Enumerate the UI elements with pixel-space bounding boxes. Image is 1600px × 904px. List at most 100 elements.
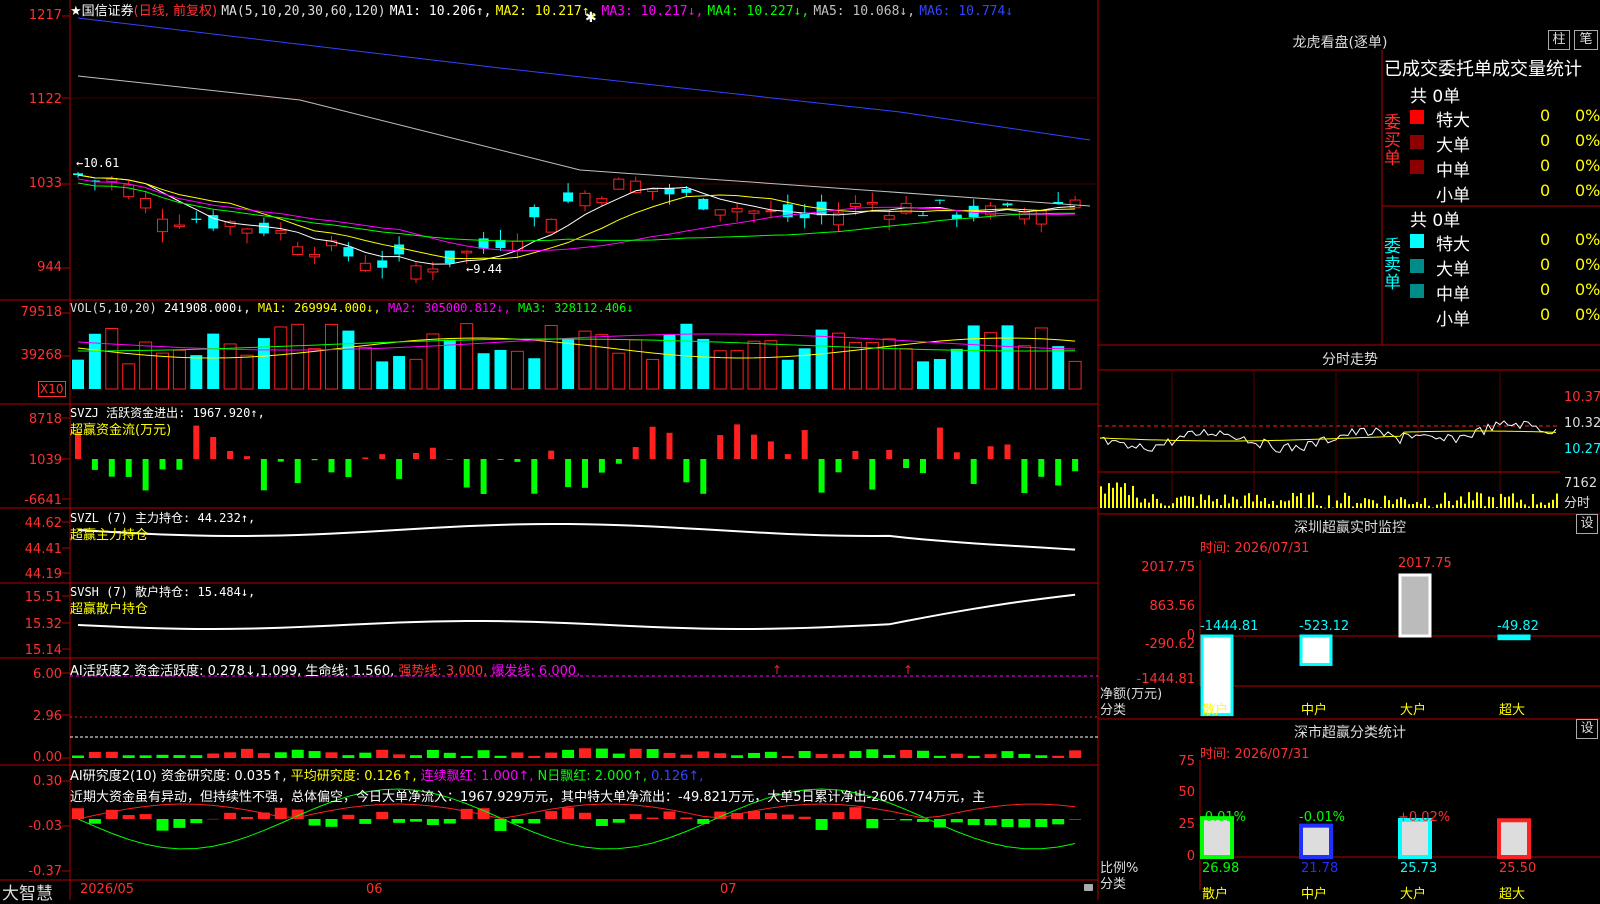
- activity-bar: [798, 751, 811, 758]
- research-bar: [849, 807, 862, 819]
- intraday-volume-bar: [1360, 503, 1362, 508]
- intraday-volume-bar: [1524, 504, 1526, 508]
- volume-bar: [595, 334, 609, 390]
- fund-flow-bar: [210, 436, 217, 459]
- lock-icon[interactable]: [1084, 884, 1093, 891]
- activity-bar: [477, 750, 490, 758]
- monitor-value-label: -49.82: [1497, 619, 1539, 634]
- fund-flow-bar: [1055, 459, 1062, 486]
- fund-flow-bar: [953, 452, 960, 459]
- intraday-volume-bar: [1440, 503, 1442, 508]
- vol-ma3: MA3: 328112.406↓: [518, 301, 634, 315]
- classify-settings-button[interactable]: 设: [1576, 719, 1598, 739]
- order-count: 0: [1540, 131, 1551, 150]
- fund-flow-bar: [869, 459, 876, 490]
- buy-side-label: 委买单: [1384, 113, 1401, 169]
- order-count: 0: [1540, 280, 1551, 299]
- ai2-axis-2: -0.03: [28, 819, 62, 834]
- volume-bar: [172, 349, 186, 390]
- volume-bar: [967, 325, 980, 389]
- classify-change-label: +0.02%: [1398, 810, 1451, 825]
- favorite-star-icon[interactable]: ★: [70, 4, 82, 19]
- activity-bar: [376, 749, 389, 758]
- activity-bar: [511, 752, 524, 758]
- order-size-name: 大单: [1436, 136, 1470, 156]
- intraday-volume-bar: [1420, 503, 1422, 508]
- research-bar: [815, 819, 828, 830]
- tick-view-button[interactable]: 笔: [1574, 30, 1598, 50]
- order-count: 0: [1540, 255, 1551, 274]
- ai2-axis-1: 0.30: [33, 774, 62, 789]
- fund-flow-bar: [784, 454, 791, 459]
- intraday-volume-bar: [1364, 498, 1366, 508]
- candle-body: [73, 173, 83, 175]
- activity-bar: [562, 749, 575, 758]
- volume-bar: [494, 349, 507, 389]
- ai-strong-line: 强势线: 3.000,: [398, 664, 488, 679]
- intraday-volume-bar: [1556, 493, 1558, 508]
- intraday-volume-bar: [1544, 504, 1546, 508]
- research-bar: [190, 819, 203, 824]
- activity-bar: [274, 752, 287, 758]
- activity-bar: [950, 753, 963, 758]
- vol-unit-badge[interactable]: X10: [38, 381, 66, 397]
- fund-flow-bar: [717, 435, 724, 459]
- ai-burst-line: 爆发线: 6.000,: [491, 664, 581, 679]
- buy-total: 共 0单: [1410, 87, 1461, 107]
- intraday-volume-bar: [1280, 500, 1282, 508]
- candle-body: [934, 199, 945, 201]
- activity-bar: [714, 753, 727, 758]
- candle-body: [359, 262, 371, 272]
- classify-value-label: 25.73: [1400, 861, 1438, 876]
- intraday-volume-bar: [1448, 500, 1450, 508]
- volume-bar: [528, 358, 541, 389]
- fund-flow-bar: [767, 441, 774, 459]
- up-arrow-marker: ↑: [903, 663, 913, 677]
- ai-activity-label: AI活跃度2 资金活跃度: 0.278↓,: [70, 664, 260, 679]
- intraday-axis-3: 10.27: [1564, 442, 1600, 457]
- research-bar: [426, 819, 439, 826]
- intraday-volume-bar: [1308, 494, 1310, 508]
- order-percent: 0%: [1575, 255, 1600, 274]
- volume-bar: [308, 348, 322, 390]
- fund-flow-bar: [244, 456, 250, 459]
- research-bar: [528, 819, 541, 824]
- activity-bar: [748, 752, 760, 758]
- volume-bar: [798, 348, 811, 389]
- activity-bar: [241, 748, 253, 758]
- volume-bar: [815, 329, 828, 389]
- intraday-volume-bar: [1224, 494, 1226, 508]
- volume-bar: [646, 358, 660, 390]
- stock-name[interactable]: 国信证券: [82, 4, 134, 19]
- intraday-volume-bar: [1300, 493, 1302, 508]
- intraday-volume-bar: [1236, 499, 1238, 508]
- research-bar: [663, 811, 676, 819]
- classify-change-label: -0.01%: [1299, 810, 1345, 825]
- fund-flow-bar: [649, 426, 656, 459]
- intraday-volume-bar: [1184, 495, 1186, 508]
- ai-activity-v2: 1.099,: [259, 664, 302, 679]
- activity-bar: [325, 752, 338, 758]
- intraday-volume-bar: [1304, 507, 1306, 508]
- volume-bar: [477, 353, 490, 389]
- fund-flow-bar: [700, 459, 707, 494]
- intraday-volume-bar: [1116, 482, 1118, 508]
- research-bar: [697, 819, 710, 824]
- bar-view-button[interactable]: 柱: [1548, 30, 1570, 50]
- monitor-category-label: 大户: [1400, 703, 1427, 718]
- order-percent: 0%: [1575, 280, 1600, 299]
- period-label[interactable]: (日线, 前复权): [134, 4, 217, 19]
- classify-bar: [1497, 818, 1531, 860]
- intraday-volume-bar: [1272, 500, 1274, 508]
- research-bar: [511, 819, 524, 824]
- research-bar: [579, 812, 591, 819]
- activity-bar: [257, 753, 270, 758]
- intraday-volume-bar: [1312, 492, 1314, 508]
- intraday-volume-bar: [1108, 483, 1110, 508]
- price-axis-1: 1217: [28, 8, 62, 23]
- intraday-axis-2: 10.32: [1564, 416, 1600, 431]
- candle-body: [292, 246, 304, 256]
- order-size-name: 中单: [1436, 161, 1470, 181]
- volume-bar: [207, 333, 220, 389]
- monitor-settings-button[interactable]: 设: [1576, 514, 1598, 534]
